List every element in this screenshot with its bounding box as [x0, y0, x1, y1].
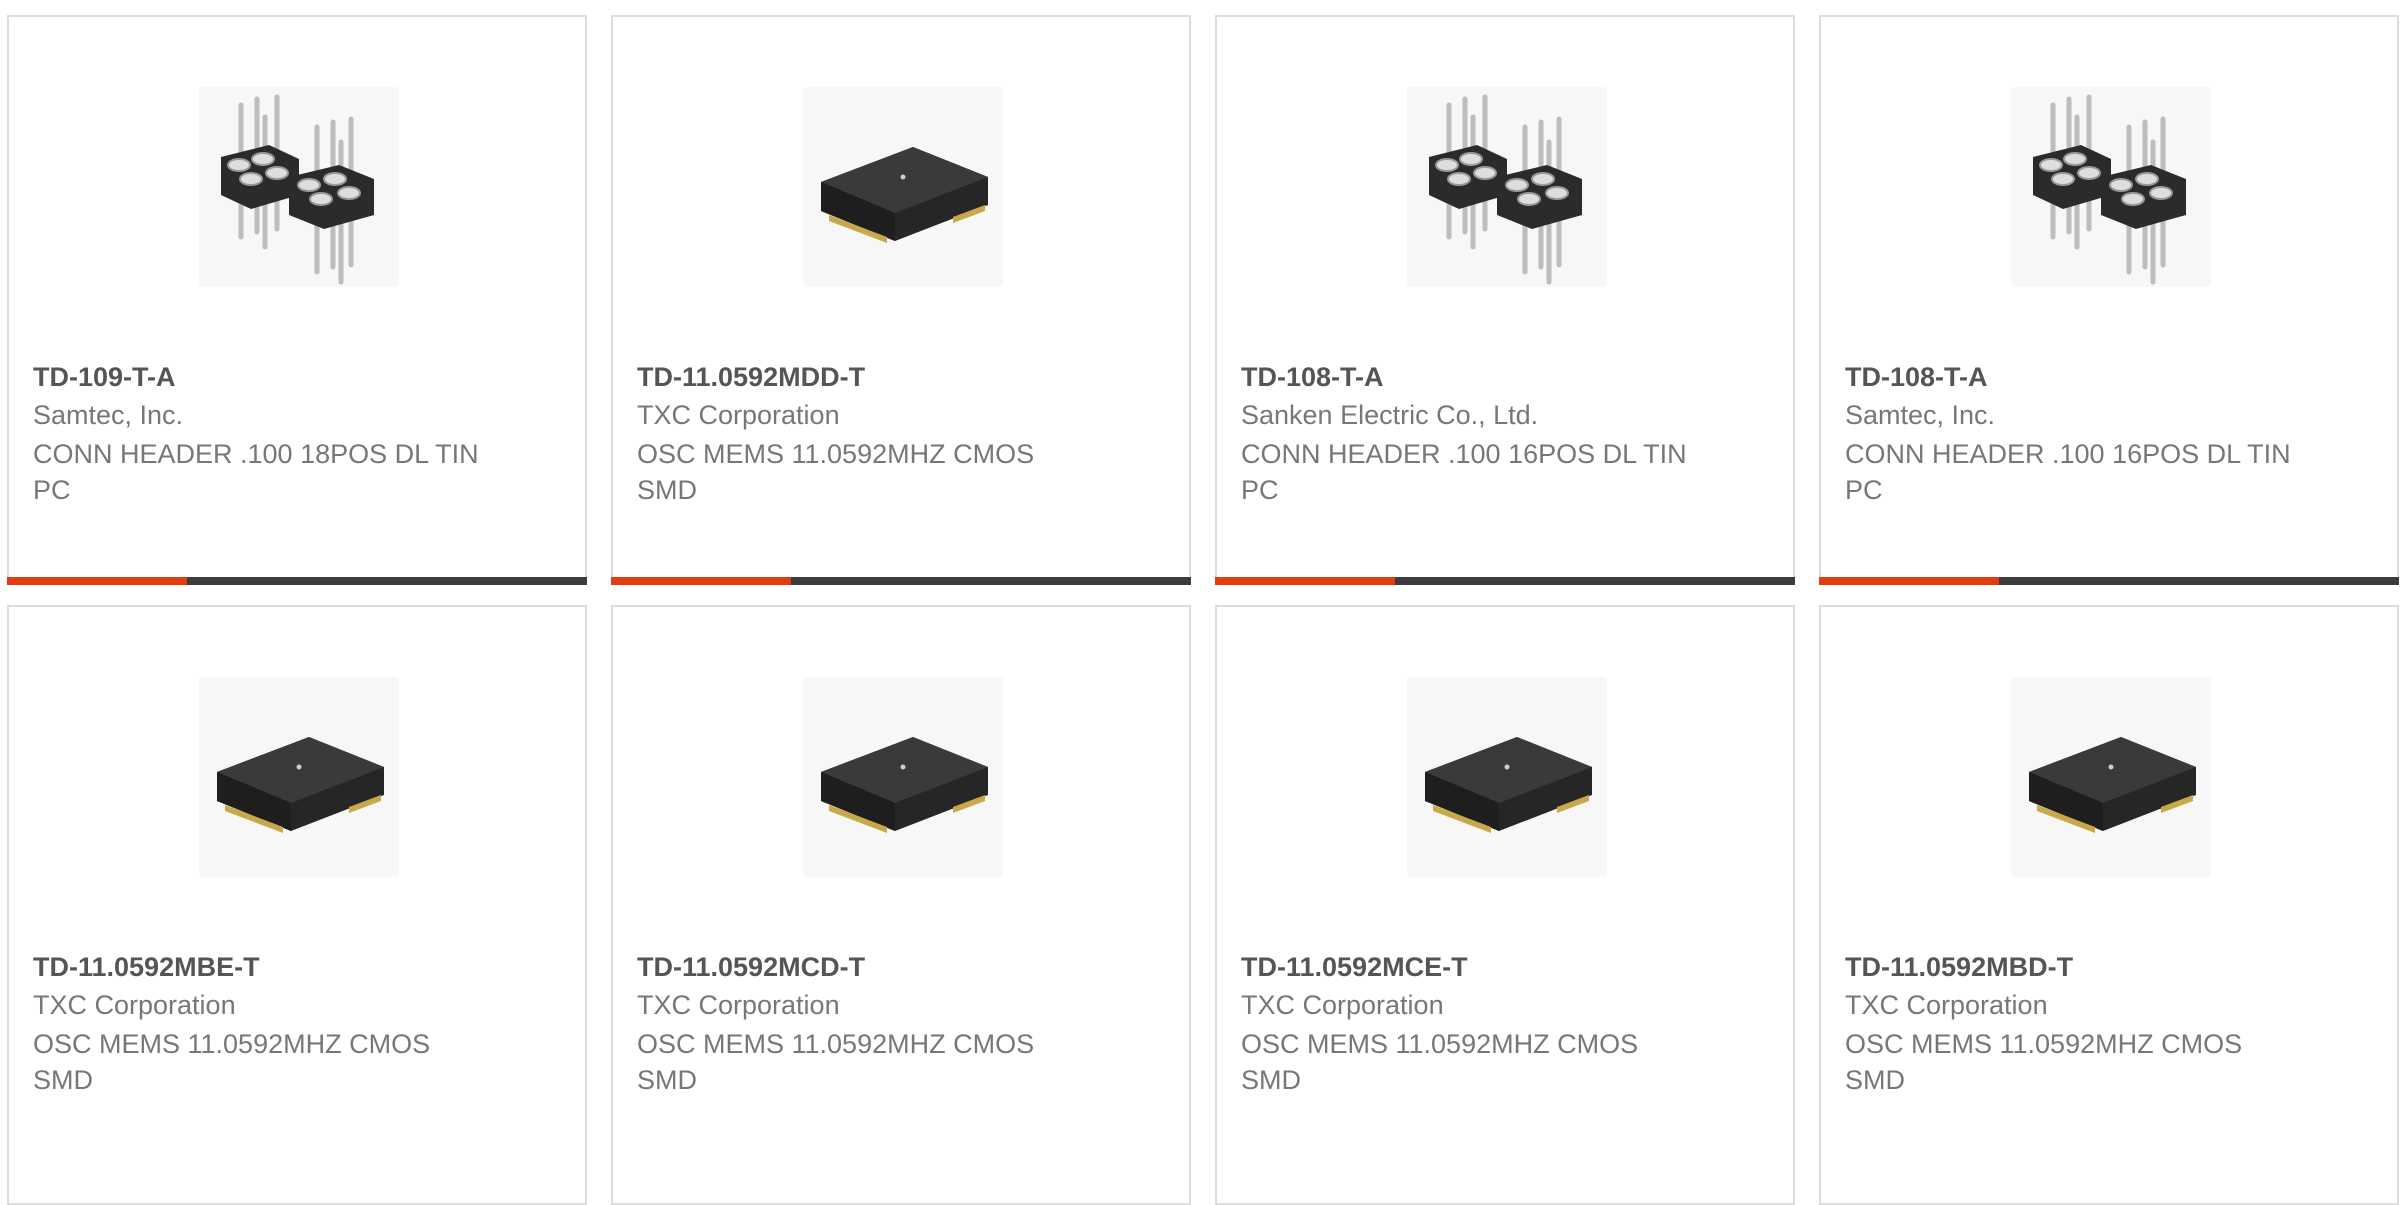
product-card[interactable]: TD-11.0592MCE-T TXC Corporation OSC MEMS… — [1215, 605, 1795, 1205]
product-grid: TD-109-T-A Samtec, Inc. CONN HEADER .100… — [0, 0, 2400, 1205]
part-number[interactable]: TD-11.0592MCD-T — [637, 952, 865, 983]
product-card[interactable]: TD-11.0592MDD-T TXC Corporation OSC MEMS… — [611, 15, 1191, 585]
product-card[interactable]: TD-11.0592MBD-T TXC Corporation OSC MEMS… — [1819, 605, 2399, 1205]
description: OSC MEMS 11.0592MHZ CMOS SMD — [33, 1029, 431, 1095]
pin-header-icon — [1407, 87, 1607, 287]
part-number[interactable]: TD-11.0592MBE-T — [33, 952, 260, 983]
description: OSC MEMS 11.0592MHZ CMOS SMD — [1241, 1029, 1639, 1095]
progress-bar-fill — [7, 577, 187, 585]
manufacturer: TXC Corporation — [1241, 990, 1444, 1020]
progress-bar — [611, 577, 1191, 585]
description: OSC MEMS 11.0592MHZ CMOS SMD — [637, 439, 1035, 505]
product-card[interactable]: TD-109-T-A Samtec, Inc. CONN HEADER .100… — [7, 15, 587, 585]
product-card[interactable]: TD-11.0592MBE-T TXC Corporation OSC MEMS… — [7, 605, 587, 1205]
progress-bar — [1215, 577, 1795, 585]
progress-bar-fill — [1819, 577, 1999, 585]
progress-bar — [7, 577, 587, 585]
oscillator-chip-icon — [1407, 677, 1607, 877]
description: OSC MEMS 11.0592MHZ CMOS SMD — [1845, 1029, 2243, 1095]
part-number[interactable]: TD-11.0592MCE-T — [1241, 952, 1468, 983]
manufacturer: TXC Corporation — [637, 400, 840, 430]
description: OSC MEMS 11.0592MHZ CMOS SMD — [637, 1029, 1035, 1095]
description: CONN HEADER .100 18POS DL TIN PC — [33, 439, 479, 505]
product-card[interactable]: TD-11.0592MCD-T TXC Corporation OSC MEMS… — [611, 605, 1191, 1205]
product-card[interactable]: TD-108-T-A Samtec, Inc. CONN HEADER .100… — [1819, 15, 2399, 585]
progress-bar-fill — [1215, 577, 1395, 585]
manufacturer: TXC Corporation — [1845, 990, 2048, 1020]
product-card[interactable]: TD-108-T-A Sanken Electric Co., Ltd. CON… — [1215, 15, 1795, 585]
manufacturer: Sanken Electric Co., Ltd. — [1241, 400, 1539, 430]
oscillator-chip-icon — [2011, 677, 2211, 877]
oscillator-chip-icon — [199, 677, 399, 877]
pin-header-icon — [2011, 87, 2211, 287]
progress-bar — [1819, 577, 2399, 585]
pin-header-icon — [199, 87, 399, 287]
part-number[interactable]: TD-11.0592MBD-T — [1845, 952, 2073, 983]
manufacturer: TXC Corporation — [637, 990, 840, 1020]
oscillator-chip-icon — [803, 87, 1003, 287]
part-number[interactable]: TD-109-T-A — [33, 362, 176, 393]
description: CONN HEADER .100 16POS DL TIN PC — [1241, 439, 1687, 505]
oscillator-chip-icon — [803, 677, 1003, 877]
description: CONN HEADER .100 16POS DL TIN PC — [1845, 439, 2291, 505]
part-number[interactable]: TD-11.0592MDD-T — [637, 362, 865, 393]
manufacturer: Samtec, Inc. — [33, 400, 184, 430]
part-number[interactable]: TD-108-T-A — [1241, 362, 1384, 393]
progress-bar-fill — [611, 577, 791, 585]
manufacturer: Samtec, Inc. — [1845, 400, 1996, 430]
part-number[interactable]: TD-108-T-A — [1845, 362, 1988, 393]
manufacturer: TXC Corporation — [33, 990, 236, 1020]
